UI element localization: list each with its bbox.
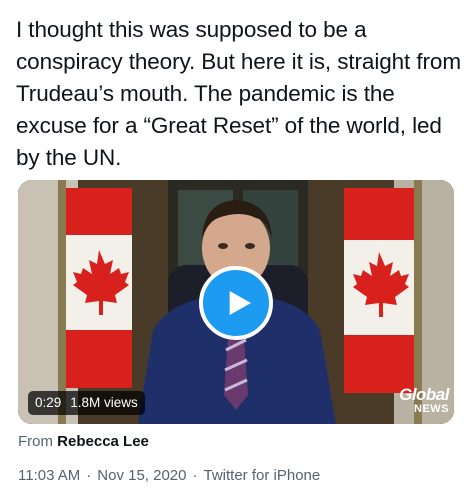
flag-left [58, 180, 132, 424]
video-views: 1.8M views [70, 395, 138, 410]
logo-line2: NEWS [414, 403, 449, 415]
tweet-meta: 11:03 AM · Nov 15, 2020 · Twitter for iP… [18, 466, 320, 486]
tweet-text: I thought this was supposed to be a cons… [16, 17, 461, 170]
tweet-date[interactable]: Nov 15, 2020 [97, 466, 186, 486]
separator: · [86, 467, 92, 484]
global-news-logo: Global NEWS [389, 386, 449, 418]
play-button[interactable] [199, 266, 273, 340]
video-stats-badge: 0:29 1.8M views [28, 391, 145, 415]
video-source: From Rebecca Lee [18, 432, 149, 452]
from-label: From [18, 433, 53, 450]
source-author-link[interactable]: Rebecca Lee [57, 433, 149, 450]
tweet-time[interactable]: 11:03 AM [18, 466, 80, 486]
logo-line1: Global [399, 385, 449, 404]
tweet-client[interactable]: Twitter for iPhone [204, 466, 321, 486]
separator: · [192, 467, 198, 484]
video-player[interactable]: 0:29 1.8M views Global NEWS [18, 180, 454, 424]
video-duration: 0:29 [35, 395, 62, 410]
play-icon [229, 291, 251, 315]
